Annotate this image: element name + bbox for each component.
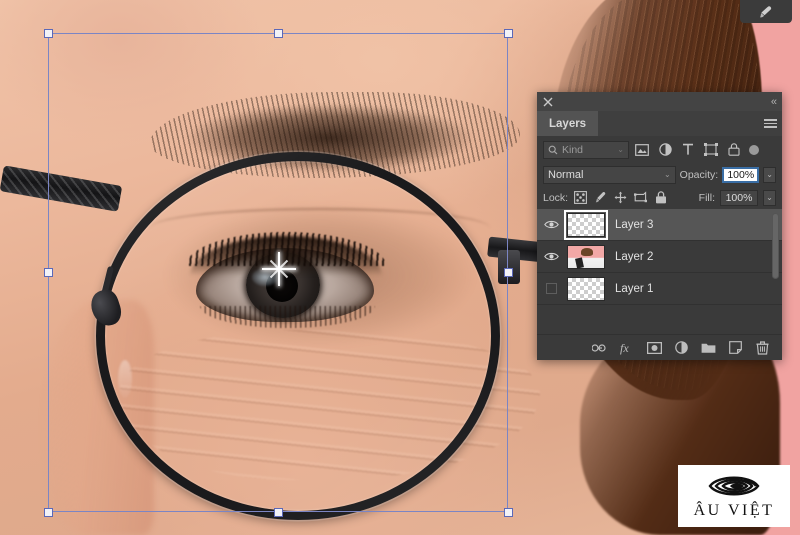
- layer-thumbnail-3[interactable]: [564, 209, 608, 240]
- panel-menu-button[interactable]: [758, 111, 782, 136]
- filter-shape-icon[interactable]: [701, 141, 721, 159]
- glasses-hinge: [498, 250, 520, 284]
- filter-type-icon[interactable]: [678, 141, 698, 159]
- layers-list[interactable]: Layer 3 Layer 2 Layer 1: [537, 209, 782, 334]
- layer-visibility-toggle-1[interactable]: [539, 283, 563, 294]
- handle-middle-left[interactable]: [44, 268, 53, 277]
- layer-style-fx-icon[interactable]: fx: [619, 340, 635, 356]
- lock-artboard-nesting-icon[interactable]: [633, 190, 648, 205]
- fill-input[interactable]: 100%: [720, 189, 758, 206]
- filter-kind-label: Kind: [562, 143, 584, 156]
- new-adjustment-layer-icon[interactable]: [673, 340, 689, 356]
- filter-pixel-icon[interactable]: [632, 141, 652, 159]
- handle-bottom-left[interactable]: [44, 508, 53, 517]
- filter-kind-select[interactable]: Kind ⌄: [543, 140, 629, 159]
- lock-all-icon[interactable]: [653, 190, 668, 205]
- opacity-slider-caret-icon[interactable]: ⌄: [763, 166, 776, 183]
- watermark-logo: ÂU VIỆT: [678, 465, 790, 527]
- layer-name-3[interactable]: Layer 3: [615, 219, 653, 231]
- handle-top-right[interactable]: [504, 29, 513, 38]
- lock-transparent-pixels-icon[interactable]: [573, 190, 588, 205]
- handle-top-center[interactable]: [274, 29, 283, 38]
- screenshot-root: « Layers Kind ⌄ Normal ⌄ Opacity: 100% ⌄…: [0, 0, 800, 535]
- handle-bottom-right[interactable]: [504, 508, 513, 517]
- close-icon[interactable]: [543, 97, 553, 107]
- lock-row: Lock: Fill: 100% ⌄: [537, 186, 782, 209]
- chevron-down-icon: ⌄: [663, 170, 671, 179]
- layer-name-1[interactable]: Layer 1: [615, 283, 653, 295]
- link-layers-icon[interactable]: [592, 340, 608, 356]
- layer-visibility-toggle-3[interactable]: [539, 219, 563, 230]
- new-layer-icon[interactable]: [727, 340, 743, 356]
- layer-name-2[interactable]: Layer 2: [615, 251, 653, 263]
- fill-label: Fill:: [698, 191, 715, 204]
- layers-panel-footer: fx: [537, 334, 782, 360]
- filter-enable-toggle[interactable]: [749, 144, 759, 155]
- lock-image-pixels-icon[interactable]: [593, 190, 608, 205]
- handle-bottom-center[interactable]: [274, 508, 283, 517]
- glasses-lens-glare: [118, 360, 132, 398]
- handle-middle-right[interactable]: [504, 268, 513, 277]
- thumbnail-figure-detail: [575, 256, 584, 269]
- layers-panel[interactable]: « Layers Kind ⌄ Normal ⌄ Opacity: 100% ⌄…: [537, 92, 782, 360]
- tool-options-chip[interactable]: [740, 0, 792, 23]
- glasses-lens-frame: [96, 152, 500, 520]
- eye-icon: [543, 220, 559, 229]
- filter-smart-object-icon[interactable]: [724, 141, 744, 159]
- watermark-brand-text: ÂU VIỆT: [693, 502, 775, 519]
- layer-filter-row: Kind ⌄: [537, 136, 782, 163]
- layer-thumbnail-2[interactable]: [567, 244, 605, 269]
- collapse-panel-icon[interactable]: «: [771, 96, 777, 108]
- panel-tab-strip: Layers: [537, 111, 782, 136]
- search-icon: [548, 145, 558, 154]
- brush-icon: [760, 6, 772, 18]
- layer-visibility-toggle-2[interactable]: [539, 251, 563, 262]
- tab-strip-filler: [598, 111, 758, 136]
- layer-row-2[interactable]: Layer 2: [537, 241, 782, 273]
- delete-layer-icon[interactable]: [754, 340, 770, 356]
- eye-icon: [543, 252, 559, 261]
- hamburger-menu-icon: [763, 117, 777, 130]
- lock-position-icon[interactable]: [613, 190, 628, 205]
- layers-list-scrollbar[interactable]: [772, 213, 779, 279]
- tab-layers[interactable]: Layers: [537, 111, 599, 136]
- lock-label: Lock:: [543, 191, 569, 204]
- opacity-label: Opacity:: [679, 168, 719, 181]
- svg-text:fx: fx: [620, 341, 629, 355]
- tab-layers-label: Layers: [549, 117, 587, 130]
- layer-row-3[interactable]: Layer 3: [537, 209, 782, 241]
- layer-thumbnail-2-image: [568, 245, 604, 269]
- opacity-input[interactable]: 100%: [722, 166, 760, 183]
- blend-mode-value: Normal: [548, 168, 584, 181]
- filter-adjustment-icon[interactable]: [655, 141, 675, 159]
- blend-mode-row: Normal ⌄ Opacity: 100% ⌄: [537, 163, 782, 186]
- fill-slider-caret-icon[interactable]: ⌄: [763, 189, 776, 206]
- new-group-icon[interactable]: [700, 340, 716, 356]
- layer-row-1[interactable]: Layer 1: [537, 273, 782, 305]
- eye-hidden-icon: [545, 283, 557, 294]
- layer-thumbnail-1[interactable]: [567, 276, 605, 301]
- blend-mode-select[interactable]: Normal ⌄: [543, 165, 676, 184]
- eye-logo-icon: [708, 476, 760, 496]
- chevron-down-icon: ⌄: [617, 145, 624, 154]
- panel-titlebar: «: [537, 92, 782, 111]
- add-layer-mask-icon[interactable]: [646, 340, 662, 356]
- handle-top-left[interactable]: [44, 29, 53, 38]
